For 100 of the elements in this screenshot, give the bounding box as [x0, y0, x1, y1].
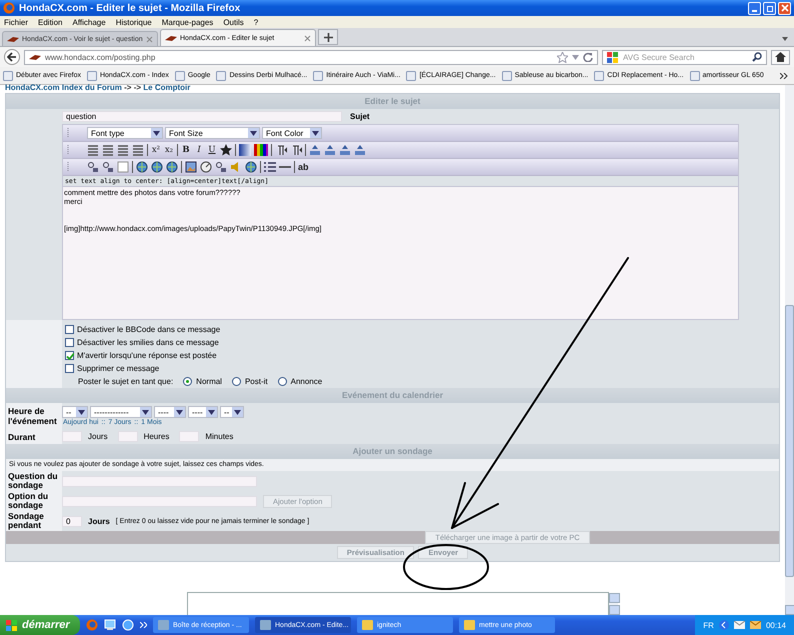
- paragraph-icon[interactable]: [275, 144, 287, 156]
- home-icon: [775, 52, 786, 62]
- envelope-icon[interactable]: [734, 621, 745, 629]
- star-icon[interactable]: [220, 144, 232, 156]
- image-icon[interactable]: [185, 161, 197, 173]
- field-label: Sondage pendant: [6, 511, 62, 531]
- radio-button[interactable]: [232, 377, 241, 386]
- menu-item[interactable]: Historique: [116, 18, 152, 26]
- scrollbar[interactable]: [609, 593, 618, 615]
- checkbox[interactable]: [65, 338, 74, 347]
- dropdown[interactable]: ----: [154, 406, 186, 418]
- text-align-icon[interactable]: [132, 144, 144, 156]
- upload-icon[interactable]: [339, 144, 351, 156]
- caret-icon: [312, 130, 319, 136]
- menu-item[interactable]: Fichier: [4, 18, 28, 26]
- window-icon: [260, 620, 271, 630]
- paragraph-icon[interactable]: [290, 144, 302, 156]
- caret-icon: [78, 410, 85, 414]
- dropdown[interactable]: --: [220, 406, 244, 418]
- section-header: Evénement du calendrier: [6, 388, 779, 403]
- dropdown[interactable]: Font Color: [262, 127, 322, 139]
- radio-label: Normal: [196, 377, 222, 386]
- minimize-button[interactable]: [748, 2, 761, 14]
- option-label: M'avertir lorsqu'une réponse est postée: [77, 351, 217, 360]
- spellcheck-button[interactable]: ab: [298, 162, 309, 172]
- field-label: Question du sondage: [6, 471, 62, 491]
- superscript-button[interactable]: x²: [151, 145, 161, 155]
- input-field[interactable]: [62, 496, 257, 506]
- address-field[interactable]: www.hondacx.com/posting.php: [24, 50, 598, 64]
- checkbox[interactable]: [65, 364, 74, 373]
- page-icon: [502, 70, 512, 80]
- new-tab-button[interactable]: [318, 29, 338, 45]
- menu-item[interactable]: Marque-pages: [162, 18, 214, 26]
- reload-icon[interactable]: [583, 52, 593, 62]
- clock-icon[interactable]: [200, 161, 212, 173]
- radio-label: Annonce: [290, 377, 322, 386]
- clock: 00:14: [766, 620, 786, 630]
- upload-icon[interactable]: [354, 144, 366, 156]
- upload-icon[interactable]: [309, 144, 321, 156]
- subject-label: Sujet: [350, 112, 370, 121]
- label-column: [6, 320, 62, 388]
- input-field[interactable]: [118, 431, 138, 442]
- input-field[interactable]: [62, 431, 82, 442]
- days-field[interactable]: 0: [62, 516, 82, 526]
- caret-icon: [176, 410, 183, 414]
- scrollbar[interactable]: [785, 85, 794, 615]
- close-button[interactable]: [778, 2, 791, 14]
- breadcrumb-link[interactable]: HondaCX.com Index du Forum: [5, 83, 122, 92]
- upload-icon[interactable]: [324, 144, 336, 156]
- caret-icon: [250, 130, 257, 136]
- dropdown[interactable]: --: [62, 406, 88, 418]
- dropdown[interactable]: -------------: [90, 406, 152, 418]
- text-align-icon[interactable]: [102, 144, 114, 156]
- back-button[interactable]: [4, 49, 20, 65]
- section-header: Editer le sujet: [6, 94, 779, 109]
- list-icon[interactable]: [264, 161, 276, 173]
- envelope-icon[interactable]: [750, 621, 761, 629]
- menu-item[interactable]: Edition: [38, 18, 62, 26]
- dropdown[interactable]: Font type: [87, 127, 163, 139]
- language-indicator[interactable]: FR: [703, 620, 714, 630]
- star-icon[interactable]: [557, 52, 568, 62]
- close-icon[interactable]: [304, 34, 311, 42]
- breadcrumb-link[interactable]: Le Comptoir: [143, 83, 190, 92]
- radio-label: Post-it: [244, 377, 268, 386]
- input-field[interactable]: [179, 431, 200, 442]
- chevron-icon[interactable]: [780, 72, 788, 78]
- restore-button[interactable]: [763, 2, 776, 14]
- page-icon: [174, 70, 185, 80]
- underline-button[interactable]: U: [207, 145, 217, 155]
- radio-button[interactable]: [183, 377, 192, 386]
- input-field[interactable]: [62, 476, 257, 486]
- color-palette-icon[interactable]: [254, 144, 268, 156]
- field-label: Durant: [6, 429, 62, 444]
- days-label: Jours: [88, 516, 110, 526]
- section-header: Ajouter un sondage: [6, 444, 779, 459]
- dropdown[interactable]: ----: [188, 406, 218, 418]
- desktop-icon[interactable]: [104, 619, 116, 631]
- page-icon: [3, 70, 13, 80]
- bold-button[interactable]: B: [181, 145, 191, 155]
- italic-button[interactable]: I: [194, 145, 204, 155]
- search-icon[interactable]: [752, 52, 762, 62]
- text-align-icon[interactable]: [87, 144, 99, 156]
- text-align-icon[interactable]: [117, 144, 129, 156]
- checkbox[interactable]: [65, 325, 74, 334]
- option-label: Désactiver le BBCode dans ce message: [77, 325, 220, 334]
- plus-icon: [324, 32, 332, 42]
- caret-icon[interactable]: [782, 37, 788, 41]
- home-button[interactable]: [771, 50, 790, 64]
- menu-item[interactable]: Affichage: [72, 18, 106, 26]
- dropdown[interactable]: Font Size: [165, 127, 260, 139]
- radio-button[interactable]: [278, 377, 287, 386]
- checkbox[interactable]: [65, 351, 74, 360]
- gradient-icon[interactable]: [239, 144, 251, 156]
- menu-item[interactable]: Outils: [223, 18, 244, 26]
- menu-item[interactable]: ?: [254, 18, 258, 26]
- page-icon: [313, 70, 324, 80]
- folder-icon: [464, 620, 475, 630]
- caret-icon[interactable]: [572, 54, 579, 60]
- subscript-button[interactable]: x₂: [164, 145, 174, 155]
- subject-field[interactable]: question: [62, 111, 342, 122]
